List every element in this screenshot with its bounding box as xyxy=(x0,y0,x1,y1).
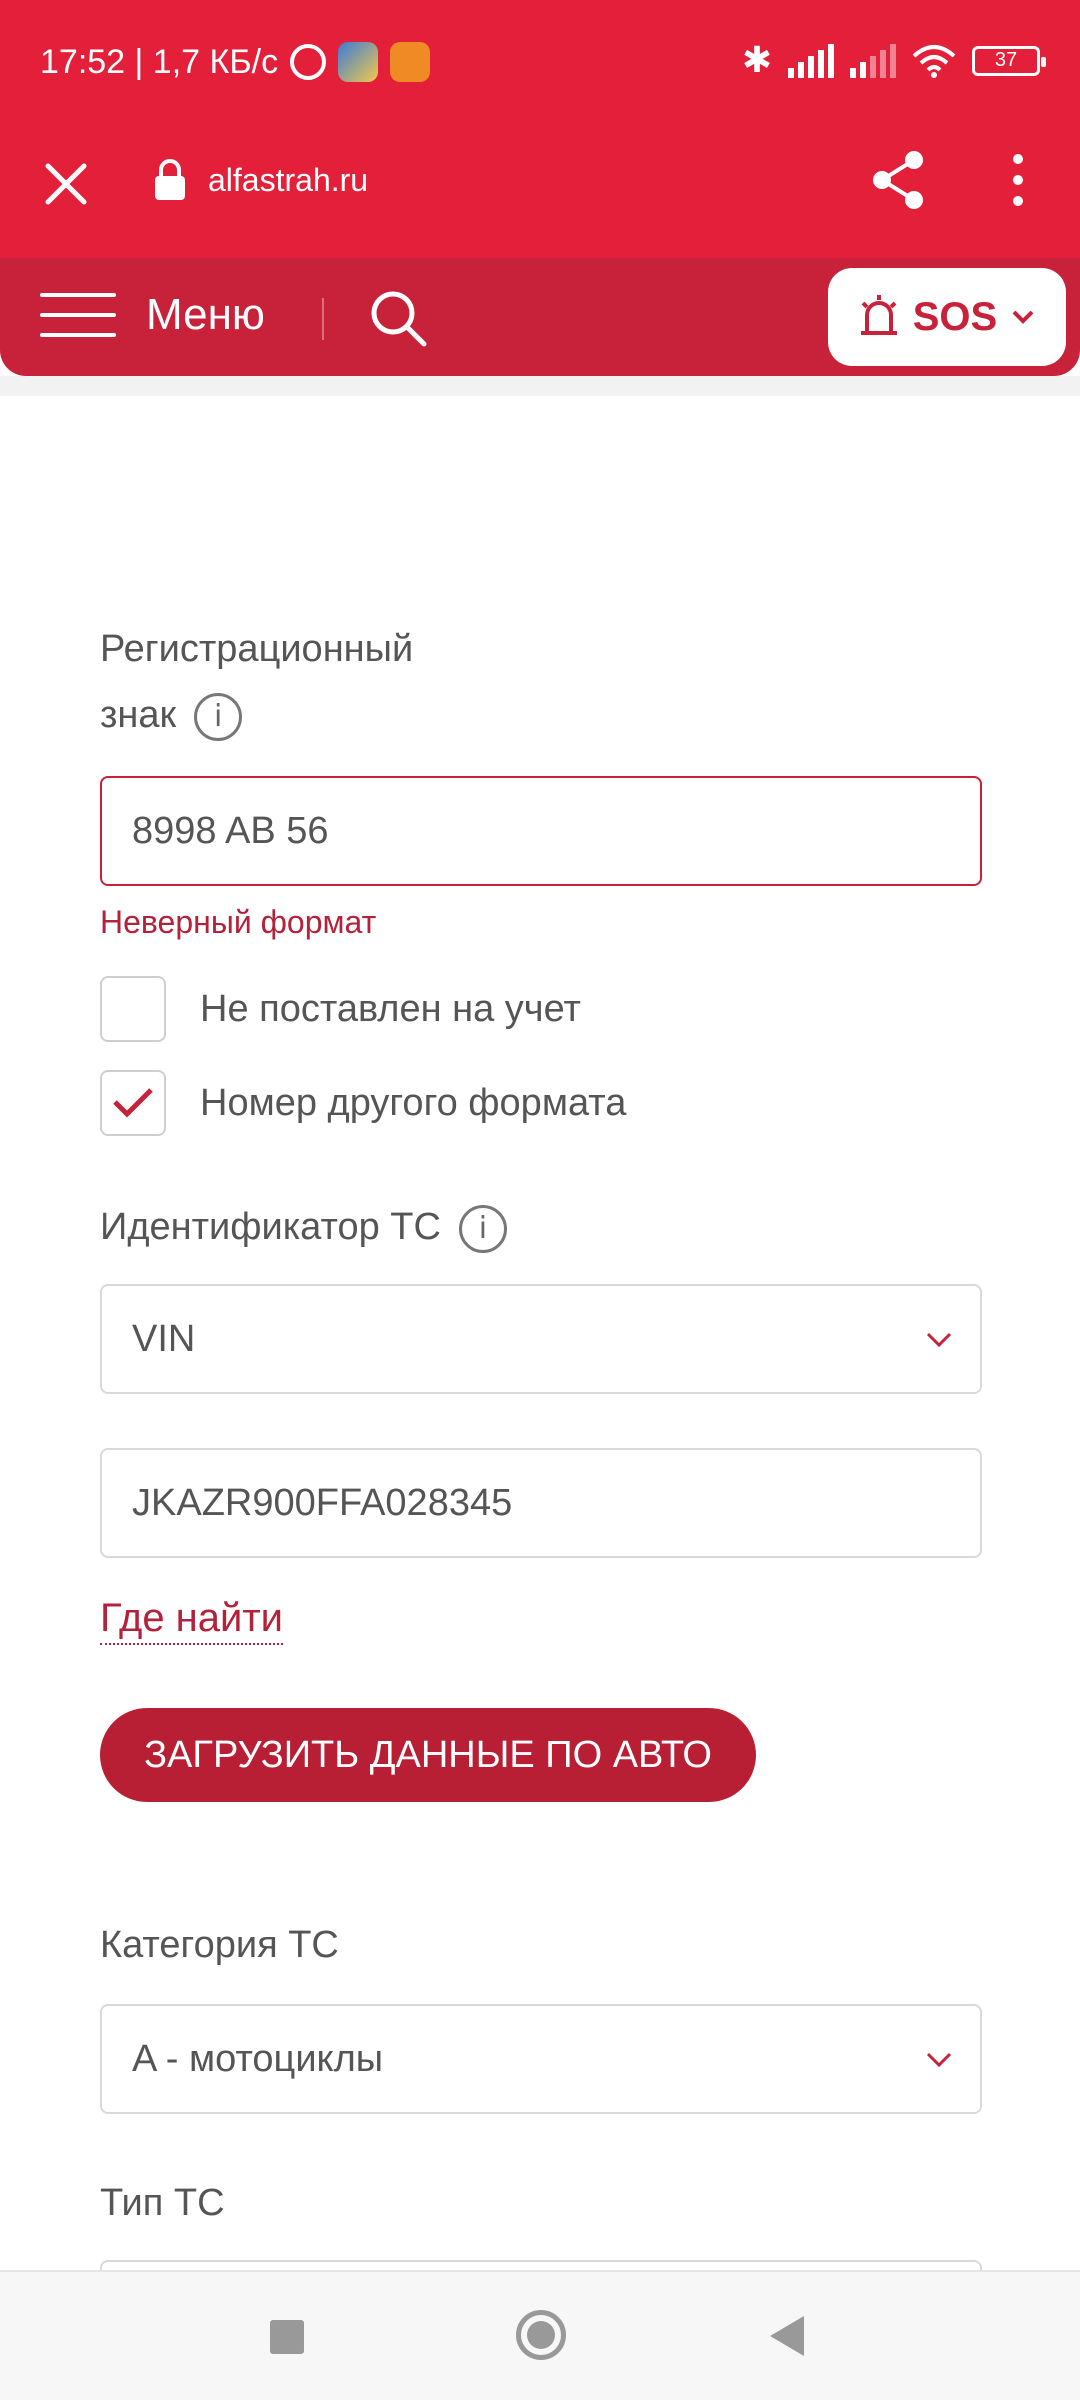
status-bar: 17:52 | 1,7 КБ/с ✱ 37 xyxy=(0,0,1080,128)
close-icon[interactable] xyxy=(38,156,94,212)
sos-button[interactable]: SOS xyxy=(828,268,1066,366)
reg-number-label-line1: Регистрационный xyxy=(100,628,414,670)
reg-number-input[interactable]: 8998 AB 56 xyxy=(100,776,982,886)
status-right: ✱ 37 xyxy=(741,40,1046,81)
vehicle-type-label: Тип ТС xyxy=(100,2182,225,2224)
url-text[interactable]: alfastrah.ru xyxy=(208,162,368,199)
signal-icon xyxy=(788,43,834,78)
vehicle-id-type-select[interactable]: VIN xyxy=(100,1284,982,1394)
weather-app-icon xyxy=(338,42,379,82)
checkmark-icon xyxy=(113,1088,153,1118)
vehicle-category-select[interactable]: A - мотоциклы xyxy=(100,2004,982,2114)
hamburger-icon xyxy=(40,293,116,337)
wifi-icon xyxy=(912,44,956,78)
checkbox-not-registered-label: Не поставлен на учет xyxy=(200,987,581,1030)
menu-button[interactable]: Меню xyxy=(40,290,265,340)
back-icon[interactable] xyxy=(770,2316,804,2356)
chevron-down-icon xyxy=(926,1332,952,1348)
checkbox-other-format-label: Номер другого формата xyxy=(200,1081,627,1124)
battery-level: 37 xyxy=(994,49,1018,71)
lock-icon xyxy=(155,159,185,200)
reg-number-value: 8998 AB 56 xyxy=(132,809,329,852)
checkbox-other-format-row[interactable]: Номер другого формата xyxy=(100,1070,626,1136)
android-nav-bar xyxy=(0,2270,1080,2400)
search-icon[interactable] xyxy=(368,288,430,350)
header-shadow-strip xyxy=(0,376,1080,396)
reg-number-label: Регистрационный знак i xyxy=(100,616,413,748)
vehicle-id-label-row: Идентификатор ТС i xyxy=(100,1194,507,1260)
vehicle-id-label: Идентификатор ТС xyxy=(100,1206,441,1248)
status-time-speed: 17:52 | 1,7 КБ/с xyxy=(40,42,279,81)
chevron-down-icon xyxy=(926,2052,952,2068)
alarm-icon xyxy=(290,44,327,80)
status-left: 17:52 | 1,7 КБ/с xyxy=(40,42,431,82)
vehicle-category-label: Категория ТС xyxy=(100,1924,339,1966)
home-icon[interactable] xyxy=(516,2310,566,2360)
vin-input[interactable]: JKAZR900FFA028345 xyxy=(100,1448,982,1558)
sos-label: SOS xyxy=(912,294,998,339)
checkbox-not-registered-row[interactable]: Не поставлен на учет xyxy=(100,976,581,1042)
bluetooth-icon: ✱ xyxy=(741,40,772,81)
more-options-icon[interactable] xyxy=(1000,150,1036,210)
info-icon[interactable]: i xyxy=(458,1204,507,1253)
site-header: Меню SOS xyxy=(0,258,1080,376)
info-icon[interactable]: i xyxy=(194,692,243,741)
checkbox-other-format[interactable] xyxy=(100,1070,166,1136)
menu-label: Меню xyxy=(146,290,265,339)
recent-apps-icon[interactable] xyxy=(270,2320,304,2354)
reg-number-label-line2: знак xyxy=(100,694,177,736)
app-icon xyxy=(390,42,431,82)
siren-icon xyxy=(860,295,897,335)
where-to-find-link[interactable]: Где найти xyxy=(100,1596,284,1645)
share-icon[interactable] xyxy=(868,148,928,212)
vehicle-category-value: A - мотоциклы xyxy=(132,2037,384,2080)
header-divider xyxy=(322,298,324,340)
vin-value: JKAZR900FFA028345 xyxy=(132,1481,513,1524)
checkbox-not-registered[interactable] xyxy=(100,976,166,1042)
reg-number-error: Неверный формат xyxy=(100,904,377,940)
battery-icon: 37 xyxy=(972,45,1046,76)
signal-icon xyxy=(850,43,896,78)
chevron-down-icon xyxy=(1012,310,1034,324)
vehicle-id-type-value: VIN xyxy=(132,1317,196,1360)
browser-toolbar: alfastrah.ru xyxy=(0,128,1080,258)
reg-number-label-line2-row: знак i xyxy=(100,682,413,748)
load-car-data-button[interactable]: ЗАГРУЗИТЬ ДАННЫЕ ПО АВТО xyxy=(100,1708,756,1802)
